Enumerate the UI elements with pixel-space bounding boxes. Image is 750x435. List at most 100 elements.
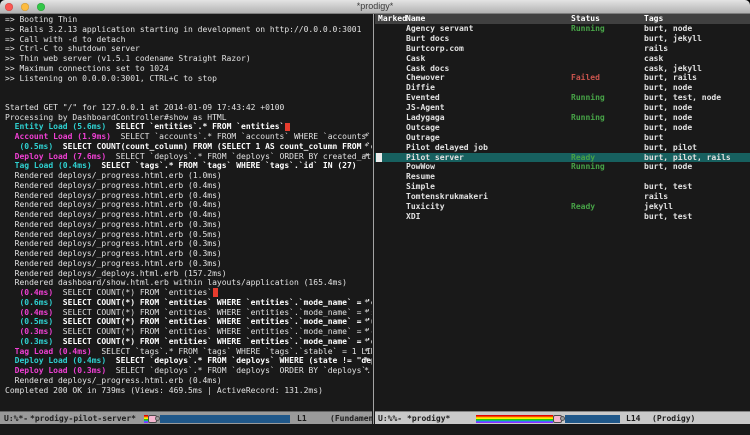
- right-modeline-line-number: L14: [626, 412, 640, 424]
- log-line: => Call with -d to detach: [5, 35, 372, 45]
- nyan-cat-icon: [148, 415, 160, 423]
- service-row[interactable]: Cask docscask, jekyll: [375, 64, 750, 74]
- service-row[interactable]: EventedRunningburt, test, node: [375, 93, 750, 103]
- nyan-progress-bar: [144, 415, 290, 423]
- service-tags: burt, rails: [644, 73, 697, 83]
- log-line: Entity Load (5.6ms) SELECT `entities`.* …: [5, 122, 372, 132]
- log-line: >> Listening on 0.0.0.0:3001, CTRL+C to …: [5, 74, 372, 84]
- service-name: Tomtenskrukmakeri: [406, 192, 488, 202]
- service-row[interactable]: Outcage burt, node: [375, 123, 750, 133]
- service-row[interactable]: Burtcorp.comrails: [375, 44, 750, 54]
- log-line: (0.5ms) SELECT COUNT(count_column) FROM …: [5, 142, 372, 152]
- log-line: [5, 83, 372, 93]
- service-tags: burt, pilot, rails: [644, 153, 731, 163]
- service-name: Outrage: [406, 133, 440, 143]
- echo-area[interactable]: [0, 424, 750, 435]
- line-truncation-marker: *: [364, 298, 369, 308]
- log-line: Rendered deploys/_progress.html.erb (0.3…: [5, 239, 372, 249]
- service-tags: burt, node: [644, 113, 692, 123]
- log-line: Deploy Load (7.6ms) SELECT `deploys`.* F…: [5, 152, 372, 162]
- log-line: Rendered deploys/_progress.html.erb (0.4…: [5, 210, 372, 220]
- service-row[interactable]: JS-Agentburt, node: [375, 103, 750, 113]
- window-title: *prodigy*: [0, 0, 750, 13]
- service-status: Failed: [571, 73, 600, 83]
- nyan-track: [565, 415, 620, 423]
- right-modeline-buffer-name: *prodigy*: [407, 412, 450, 424]
- service-tags: burt, pilot: [644, 143, 697, 153]
- nyan-progress-bar: [476, 415, 620, 423]
- service-row[interactable]: Outrage burt: [375, 133, 750, 143]
- service-tags: burt, jekyll: [644, 34, 702, 44]
- log-line: (0.4ms) SELECT COUNT(*) FROM `entities` …: [5, 308, 372, 318]
- service-row[interactable]: Ladygaga Running burt, node: [375, 113, 750, 123]
- service-row[interactable]: Pilot server Ready burt, pilot, rails: [375, 153, 750, 163]
- service-tags: burt, node: [644, 123, 692, 133]
- frame: => Booting Thin=> Rails 3.2.13 applicati…: [0, 14, 750, 424]
- log-line: (0.5ms) SELECT COUNT(*) FROM `entities` …: [5, 317, 372, 327]
- process-log-buffer[interactable]: => Booting Thin=> Rails 3.2.13 applicati…: [0, 14, 372, 411]
- emacs-window: *prodigy* => Booting Thin=> Rails 3.2.13…: [0, 0, 750, 435]
- line-truncation-marker: *: [364, 132, 369, 142]
- log-line: Rendered dashboard/show.html.erb within …: [5, 278, 372, 288]
- titlebar[interactable]: *prodigy*: [0, 0, 750, 14]
- process-log-pane: => Booting Thin=> Rails 3.2.13 applicati…: [0, 14, 372, 424]
- service-row[interactable]: ChewoverFailedburt, rails: [375, 73, 750, 83]
- service-tags: burt, node: [644, 162, 692, 172]
- service-name: Simple: [406, 182, 435, 192]
- service-row[interactable]: Agency servantRunningburt, node: [375, 24, 750, 34]
- service-tags: cask, jekyll: [644, 64, 702, 74]
- line-truncation-marker: *: [364, 152, 369, 162]
- service-name: Burt docs: [406, 34, 449, 44]
- service-tags: burt: [644, 133, 663, 143]
- service-status: Running: [571, 162, 605, 172]
- line-truncation-marker: *: [364, 356, 369, 366]
- left-modeline-buffer-name: *prodigy-pilot-server*: [30, 412, 136, 424]
- service-tags: rails: [644, 192, 668, 202]
- log-line: Rendered deploys/_progress.html.erb (0.3…: [5, 259, 372, 269]
- log-line: (0.3ms) SELECT COUNT(*) FROM `entities` …: [5, 327, 372, 337]
- service-row[interactable]: Pilot delayed job burt, pilot: [375, 143, 750, 153]
- service-row[interactable]: Tomtenskrukmakeri rails: [375, 192, 750, 202]
- service-name: Pilot delayed job: [406, 143, 488, 153]
- service-row[interactable]: Diffieburt, node: [375, 83, 750, 93]
- service-status: Running: [571, 93, 605, 103]
- right-modeline: U:%%- *prodigy* L14 (Prodigy): [375, 411, 750, 424]
- service-name: Diffie: [406, 83, 435, 93]
- red-block-cursor: [285, 123, 290, 132]
- service-tags: jekyll: [644, 202, 673, 212]
- service-row[interactable]: Caskcask: [375, 54, 750, 64]
- service-list[interactable]: Agency servantRunningburt, nodeBurt docs…: [375, 24, 750, 411]
- log-line: (0.6ms) SELECT COUNT(*) FROM `entities` …: [5, 298, 372, 308]
- log-line: Rendered deploys/_progress.html.erb (0.3…: [5, 220, 372, 230]
- line-truncation-marker: *: [364, 347, 369, 357]
- log-line: Rendered deploys/_progress.html.erb (0.4…: [5, 200, 372, 210]
- log-line: [5, 93, 372, 103]
- service-status: Ready: [571, 202, 595, 212]
- service-row[interactable]: Simpleburt, test: [375, 182, 750, 192]
- header-marked: Marked: [378, 14, 407, 24]
- service-status: Ready: [571, 153, 595, 163]
- service-name: Ladygaga: [406, 113, 445, 123]
- log-line: Rendered deploys/_progress.html.erb (0.4…: [5, 191, 372, 201]
- service-tags: rails: [644, 44, 668, 54]
- service-name: Agency servant: [406, 24, 473, 34]
- service-status: Running: [571, 113, 605, 123]
- service-row[interactable]: Tuxicity Ready jekyll: [375, 202, 750, 212]
- service-row[interactable]: PowWowRunningburt, node: [375, 162, 750, 172]
- nyan-cat-icon: [553, 415, 565, 423]
- service-name: Tuxicity: [406, 202, 445, 212]
- log-line: Processing by DashboardController#show a…: [5, 113, 372, 123]
- header-tags: Tags: [644, 14, 663, 24]
- log-line: Rendered deploys/_progress.html.erb (0.4…: [5, 376, 372, 386]
- log-line: Completed 200 OK in 739ms (Views: 469.5m…: [5, 386, 372, 396]
- service-row[interactable]: Burt docs burt, jekyll: [375, 34, 750, 44]
- service-tags: burt, test, node: [644, 93, 721, 103]
- log-line: Tag Load (0.4ms) SELECT `tags`.* FROM `t…: [5, 161, 372, 171]
- service-row[interactable]: XDIburt, test: [375, 212, 750, 222]
- red-block-cursor: [213, 288, 218, 297]
- service-name: Outcage: [406, 123, 440, 133]
- service-row[interactable]: Resume: [375, 172, 750, 182]
- log-line: Started GET "/" for 127.0.0.1 at 2014-01…: [5, 103, 372, 113]
- nyan-rainbow-trail: [476, 415, 553, 423]
- service-name: Pilot server: [406, 153, 464, 163]
